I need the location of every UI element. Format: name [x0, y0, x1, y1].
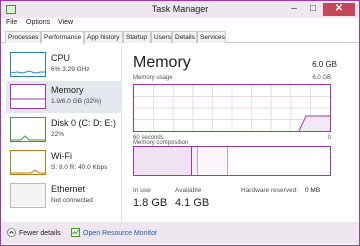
sidebar-item-sub: 22%: [51, 131, 65, 138]
open-resource-monitor-link[interactable]: Open Resource Monitor: [83, 230, 157, 237]
tab-app-history[interactable]: App history: [84, 31, 123, 43]
menu-file[interactable]: File: [6, 19, 17, 26]
sidebar-item-ethernet[interactable]: Ethernet Not connected: [6, 180, 121, 212]
close-button[interactable]: ✕: [323, 3, 355, 16]
tab-details[interactable]: Details: [172, 31, 197, 43]
menu-view[interactable]: View: [58, 19, 73, 26]
tab-services[interactable]: Services: [197, 31, 226, 43]
memory-details-panel: Memory 6.0 GB Memory usage 6.0 GB 60 sec…: [127, 46, 337, 232]
wifi-thumbnail-graph: [10, 150, 46, 175]
sidebar-item-label: Disk 0 (C: D: E:): [51, 118, 117, 128]
menu-options[interactable]: Options: [26, 19, 50, 26]
task-manager-window: Task Manager – □ ✕ File Options View Pro…: [0, 0, 360, 246]
available-label: Available: [175, 187, 202, 194]
chevron-up-icon[interactable]: [7, 228, 16, 237]
memory-usage-graph: [133, 84, 331, 132]
tab-bar: Processes Performance App history Startu…: [1, 30, 359, 44]
fewer-details-link[interactable]: Fewer details: [19, 230, 61, 237]
resource-monitor-icon: [71, 228, 80, 237]
sidebar-item-label: Ethernet: [51, 184, 86, 194]
composition-in-use-segment: [134, 147, 192, 175]
sidebar-item-sub: S: 8.0 R: 40.0 Kbps: [51, 164, 108, 171]
memory-thumbnail-graph: [10, 84, 46, 109]
hardware-reserved-label: Hardware reserved:: [241, 187, 299, 194]
sidebar-item-label: Wi-Fi: [51, 151, 72, 161]
in-use-label: In use: [133, 187, 151, 194]
menu-bar: File Options View: [1, 18, 359, 30]
available-value: 4.1 GB: [175, 197, 210, 209]
tab-startup[interactable]: Startup: [123, 31, 151, 43]
footer-bar: Fewer details Open Resource Monitor: [1, 222, 359, 244]
sidebar-item-sub: Not connected: [51, 197, 93, 204]
sidebar-item-cpu[interactable]: CPU 6% 3.29 GHz: [6, 49, 121, 81]
memory-usage-label: Memory usage: [133, 75, 173, 81]
sidebar-item-label: CPU: [51, 53, 71, 63]
sidebar-item-sub: 6% 3.29 GHz: [51, 66, 90, 73]
tab-users[interactable]: Users: [151, 31, 172, 43]
sidebar-item-sub: 1.9/6.0 GB (32%): [51, 98, 102, 105]
sidebar-item-label: Memory: [51, 85, 84, 95]
memory-usage-max: 6.0 GB: [312, 75, 331, 81]
page-title: Memory: [133, 54, 191, 71]
graph-time-right: 0: [327, 135, 331, 141]
tab-processes[interactable]: Processes: [5, 31, 41, 43]
tab-performance[interactable]: Performance: [41, 31, 84, 44]
cpu-thumbnail-graph: [10, 52, 46, 77]
hardware-reserved-value: 0 MB: [305, 187, 321, 194]
composition-standby-segment: [198, 147, 228, 175]
title-bar[interactable]: Task Manager – □ ✕: [1, 1, 359, 18]
sidebar-item-memory[interactable]: Memory 1.9/6.0 GB (32%): [6, 81, 121, 113]
ethernet-thumbnail-graph: [10, 183, 46, 208]
in-use-value: 1.8 GB: [133, 197, 168, 209]
maximize-button[interactable]: □: [306, 3, 320, 16]
sidebar-item-disk[interactable]: Disk 0 (C: D: E:) 22%: [6, 114, 121, 146]
performance-sidebar: CPU 6% 3.29 GHz Memory 1.9/6.0 GB (32%) …: [6, 46, 122, 232]
minimize-button[interactable]: –: [287, 3, 301, 16]
sidebar-item-wifi[interactable]: Wi-Fi S: 8.0 R: 40.0 Kbps: [6, 147, 121, 179]
memory-composition-bar: [133, 146, 331, 176]
memory-total: 6.0 GB: [312, 60, 337, 69]
disk-thumbnail-graph: [10, 117, 46, 142]
